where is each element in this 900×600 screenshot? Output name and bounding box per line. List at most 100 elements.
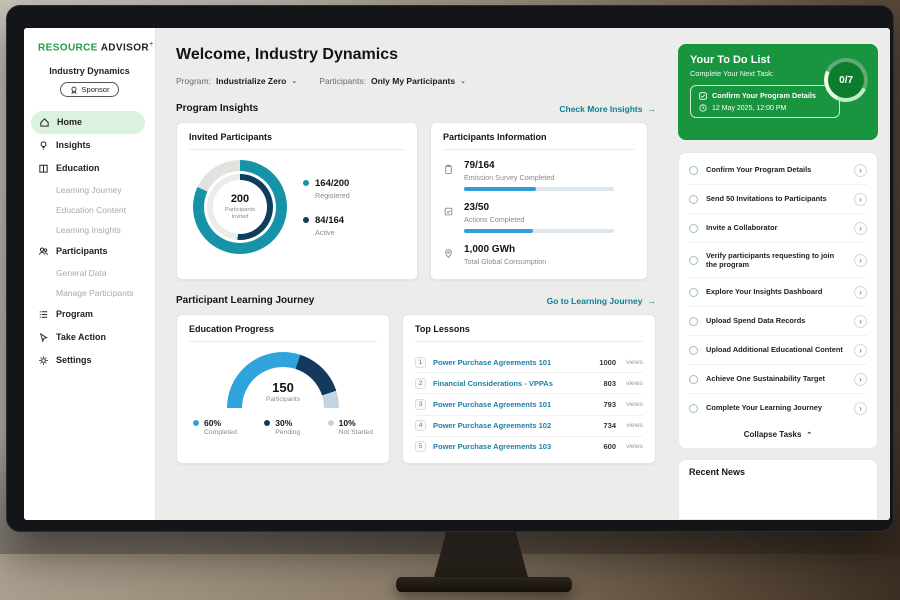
task-row-verify-participants[interactable]: Verify participants requesting to join t… [689,243,867,278]
task-checkbox[interactable] [689,288,698,297]
sidebar-item-home[interactable]: Home [31,111,145,134]
invited-participants-card: Invited Participants 200 Participants In… [176,122,418,280]
sidebar-item-education-content[interactable]: Education Content [24,200,155,220]
legend-item-not-started: 10% Not Started [328,418,373,436]
lesson-views: 600 [603,442,616,451]
lesson-title-link[interactable]: Power Purchase Agreements 102 [433,421,596,430]
chevron-right-icon[interactable]: › [854,315,867,328]
task-checkbox[interactable] [689,317,698,326]
lesson-rank: 4 [415,420,426,431]
legend-value: 84/164 [315,215,344,226]
legend-label: Completed [204,429,237,436]
sidebar-item-label: Education Content [56,205,126,215]
task-row-confirm-program[interactable]: Confirm Your Program Details › [689,156,867,185]
recent-news-header: Recent News [678,459,878,520]
legend-label: Active [315,228,344,237]
lesson-views-label: views [626,422,643,429]
chevron-right-icon[interactable]: › [854,402,867,415]
lesson-title-link[interactable]: Power Purchase Agreements 101 [433,358,592,367]
location-pin-icon [443,244,455,266]
task-label: Send 50 Invitations to Participants [706,194,846,204]
sidebar-item-label: Participants [56,246,108,256]
task-label: Explore Your Insights Dashboard [706,287,846,297]
lesson-title-link[interactable]: Financial Considerations - VPPAs [433,379,596,388]
task-label: Upload Additional Educational Content [706,345,846,355]
legend-item-active: 84/164 Active [303,215,350,237]
chevron-right-icon[interactable]: › [854,193,867,206]
todo-panel: Your To Do List Complete Your Next Task:… [668,28,890,520]
todo-tasks-card: Confirm Your Program Details › Send 50 I… [678,152,878,449]
sidebar-item-participants[interactable]: Participants [24,240,155,263]
task-checkbox[interactable] [689,224,698,233]
info-label: Actions Completed [464,215,614,224]
sidebar-item-label: Education [56,163,100,173]
info-value: 23/50 [464,202,614,213]
sidebar-item-label: Learning Journey [56,185,122,195]
home-icon [39,117,50,128]
lesson-row: 5 Power Purchase Agreements 103 600 view… [415,437,643,457]
sidebar-item-general-data[interactable]: General Data [24,263,155,283]
sidebar-item-insights[interactable]: Insights [24,134,155,157]
program-filter[interactable]: Program: Industrialize Zero ⌄ [176,76,297,86]
donut-center-value: 200 [231,193,249,205]
legend-value: 30% [275,418,300,428]
sidebar-item-education[interactable]: Education [24,157,155,180]
info-value: 79/164 [464,160,614,171]
invited-donut-ring-inner: 200 Participants Invited [207,174,273,240]
sidebar-item-manage-participants[interactable]: Manage Participants [24,283,155,303]
clock-icon [699,104,707,112]
legend-label: Pending [275,429,300,436]
chevron-right-icon[interactable]: › [854,344,867,357]
task-row-complete-journey[interactable]: Complete Your Learning Journey › [689,394,867,422]
lesson-rank: 2 [415,378,426,389]
check-more-insights-link[interactable]: Check More Insights → [559,104,656,114]
task-row-upload-spend-data[interactable]: Upload Spend Data Records › [689,307,867,336]
sidebar-item-take-action[interactable]: Take Action [24,326,155,349]
sponsor-badge[interactable]: Sponsor [60,82,120,97]
chevron-right-icon[interactable]: › [854,286,867,299]
sidebar-item-label: Settings [56,355,92,365]
task-row-achieve-target[interactable]: Achieve One Sustainability Target › [689,365,867,394]
sidebar-item-learning-insights[interactable]: Learning Insights [24,220,155,240]
task-row-explore-insights[interactable]: Explore Your Insights Dashboard › [689,278,867,307]
task-checkbox[interactable] [689,256,698,265]
participants-information-card: Participants Information 79/164 Emission… [430,122,648,280]
sidebar-item-learning-journey[interactable]: Learning Journey [24,180,155,200]
lesson-views-label: views [626,359,643,366]
people-icon [38,246,49,257]
task-label: Upload Spend Data Records [706,316,846,326]
chevron-right-icon[interactable]: › [854,164,867,177]
task-label: Complete Your Learning Journey [706,403,846,413]
task-checkbox[interactable] [689,166,698,175]
education-gauge-chart: 150 Participants [227,352,339,408]
participants-filter[interactable]: Participants: Only My Participants ⌄ [319,76,466,86]
gauge-center-label: Participants [266,396,300,403]
info-value: 1,000 GWh [464,244,546,255]
gauge-legend: 60% Completed 30% Pending [189,418,377,436]
chevron-right-icon[interactable]: › [854,254,867,267]
sidebar-item-settings[interactable]: Settings [24,349,155,372]
go-to-learning-journey-link[interactable]: Go to Learning Journey → [547,296,656,306]
sidebar-item-label: Take Action [56,332,106,342]
lesson-title-link[interactable]: Power Purchase Agreements 101 [433,400,596,409]
task-checkbox[interactable] [689,195,698,204]
task-checkbox[interactable] [689,375,698,384]
sponsor-badge-label: Sponsor [82,85,110,94]
task-checkbox[interactable] [689,346,698,355]
info-label: Total Global Consumption [464,257,546,266]
task-row-invite-collaborator[interactable]: Invite a Collaborator › [689,214,867,243]
task-row-upload-educational-content[interactable]: Upload Additional Educational Content › [689,336,867,365]
task-row-send-invitations[interactable]: Send 50 Invitations to Participants › [689,185,867,214]
next-task-box[interactable]: Confirm Your Program Details 12 May 2025… [690,85,840,118]
arrow-right-icon: → [648,296,657,306]
chevron-right-icon[interactable]: › [854,373,867,386]
chevron-right-icon[interactable]: › [854,222,867,235]
logo-secondary: ADVISOR [101,42,149,53]
sidebar-item-program[interactable]: Program [24,303,155,326]
collapse-tasks-button[interactable]: Collapse Tasks ⌃ [689,422,867,444]
top-lessons-card: Top Lessons 1 Power Purchase Agreements … [402,314,656,464]
task-checkbox[interactable] [689,404,698,413]
sidebar-item-label: Learning Insights [56,225,121,235]
lesson-title-link[interactable]: Power Purchase Agreements 103 [433,442,596,451]
donut-gap: 200 Participants Invited [204,171,276,243]
